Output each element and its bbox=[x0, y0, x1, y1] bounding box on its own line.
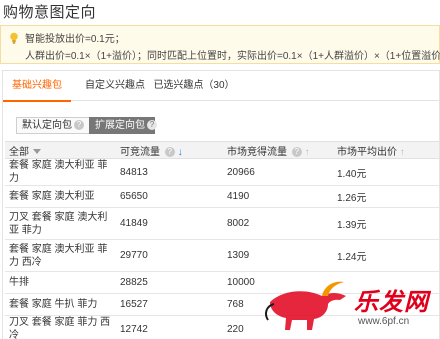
tab-bar: 基础兴趣包 自定义兴趣点 已选兴趣点（30） bbox=[3, 71, 439, 102]
help-icon[interactable]: ? bbox=[291, 146, 302, 157]
keyword-cell: 刀叉 套餐 家庭 澳大利亚 菲力 bbox=[5, 207, 116, 240]
avg-price-cell: 1.24元 bbox=[333, 239, 439, 272]
keyword-cell: 牛排 bbox=[5, 271, 116, 294]
col-all-label: 全部 bbox=[9, 146, 29, 158]
table-header-row: 全部 可竞流量 ? ↓ 市场竞得流量 ? ↑ 市场平均出价 ↑ bbox=[5, 141, 439, 159]
avg-price-cell: 1.40元 bbox=[333, 158, 439, 186]
page-title: 购物意图定向 bbox=[3, 4, 97, 21]
avg-price-cell: 1.39元 bbox=[333, 207, 439, 240]
avg-price-cell: 1.26元 bbox=[333, 185, 439, 208]
sort-icon[interactable]: ↑ bbox=[400, 147, 405, 158]
col-traffic[interactable]: 可竞流量 ? ↓ bbox=[116, 141, 223, 159]
avg-price-cell bbox=[333, 293, 439, 316]
keyword-cell: 套餐 家庭 澳大利亚 菲力 西冷 bbox=[5, 239, 116, 272]
sort-icon[interactable]: ↑ bbox=[305, 147, 310, 158]
tab-selected-interest[interactable]: 已选兴趣点（30） bbox=[153, 71, 235, 101]
traffic-cell: 28825 bbox=[116, 271, 223, 294]
table-row[interactable]: 刀叉 套餐 家庭 菲力 西冷 12742 220 bbox=[5, 315, 439, 339]
keyword-cell: 套餐 家庭 牛扒 菲力 bbox=[5, 293, 116, 316]
col-all[interactable]: 全部 bbox=[5, 141, 116, 159]
interest-table: 全部 可竞流量 ? ↓ 市场竞得流量 ? ↑ 市场平均出价 ↑ 套餐 家庭 澳大… bbox=[5, 141, 439, 339]
keyword-cell: 套餐 家庭 澳大利亚 bbox=[5, 185, 116, 208]
table-row[interactable]: 套餐 家庭 澳大利亚 菲力 西冷 29770 1309 1.24元 bbox=[5, 239, 439, 272]
col-avg-price[interactable]: 市场平均出价 ↑ bbox=[333, 141, 439, 159]
dropdown-caret-icon[interactable] bbox=[33, 148, 41, 154]
table-row[interactable]: 套餐 家庭 牛扒 菲力 16527 768 bbox=[5, 293, 439, 316]
traffic-cell: 16527 bbox=[116, 293, 223, 316]
help-icon[interactable]: ? bbox=[147, 120, 157, 130]
expand-package-label: 扩展定向包 bbox=[95, 120, 145, 131]
table-row[interactable]: 套餐 家庭 澳大利亚 65650 4190 1.26元 bbox=[5, 185, 439, 208]
col-traffic-label: 可竞流量 bbox=[120, 146, 160, 158]
help-icon[interactable]: ? bbox=[164, 146, 175, 157]
default-package-label: 默认定向包 bbox=[22, 120, 72, 131]
won-traffic-cell: 10000 bbox=[223, 271, 333, 294]
lightbulb-icon bbox=[10, 32, 18, 44]
sort-desc-icon[interactable]: ↓ bbox=[178, 147, 183, 158]
avg-price-cell bbox=[333, 315, 439, 339]
keyword-cell: 刀叉 套餐 家庭 菲力 西冷 bbox=[5, 315, 116, 339]
default-package-button[interactable]: 默认定向包? bbox=[16, 117, 90, 134]
table-row[interactable]: 牛排 28825 10000 bbox=[5, 271, 439, 294]
notice-line-smart-bid: 智能投放出价=0.1元； bbox=[25, 34, 125, 45]
traffic-cell: 41849 bbox=[116, 207, 223, 240]
expand-package-button[interactable]: 扩展定向包? bbox=[89, 117, 157, 134]
table-row[interactable]: 套餐 家庭 澳大利亚 菲力 84813 20966 1.40元 bbox=[5, 158, 439, 186]
traffic-cell: 84813 bbox=[116, 158, 223, 186]
won-traffic-cell: 8002 bbox=[223, 207, 333, 240]
traffic-cell: 12742 bbox=[116, 315, 223, 339]
won-traffic-cell: 20966 bbox=[223, 158, 333, 186]
traffic-cell: 65650 bbox=[116, 185, 223, 208]
help-icon[interactable]: ? bbox=[74, 120, 84, 130]
col-price-label: 市场平均出价 bbox=[337, 146, 397, 158]
table-row[interactable]: 刀叉 套餐 家庭 澳大利亚 菲力 41849 8002 1.39元 bbox=[5, 207, 439, 240]
notice-line-formula: 人群出价=0.1×（1+溢价）；同时匹配上位置时，实际出价=0.1×（1+人群溢… bbox=[25, 51, 440, 62]
avg-price-cell bbox=[333, 271, 439, 294]
col-won-traffic[interactable]: 市场竞得流量 ? ↑ bbox=[223, 141, 333, 159]
notice-banner: 智能投放出价=0.1元； 人群出价=0.1×（1+溢价）；同时匹配上位置时，实际… bbox=[0, 25, 440, 64]
col-won-label: 市场竞得流量 bbox=[227, 146, 287, 158]
won-traffic-cell: 220 bbox=[223, 315, 333, 339]
won-traffic-cell: 4190 bbox=[223, 185, 333, 208]
tab-basic-interest[interactable]: 基础兴趣包 bbox=[3, 71, 71, 102]
tab-custom-interest[interactable]: 自定义兴趣点 bbox=[75, 71, 155, 101]
keyword-cell: 套餐 家庭 澳大利亚 菲力 bbox=[5, 158, 116, 186]
traffic-cell: 29770 bbox=[116, 239, 223, 272]
interest-panel: 基础兴趣包 自定义兴趣点 已选兴趣点（30） 默认定向包? 扩展定向包? 全部 … bbox=[2, 70, 440, 339]
won-traffic-cell: 1309 bbox=[223, 239, 333, 272]
won-traffic-cell: 768 bbox=[223, 293, 333, 316]
